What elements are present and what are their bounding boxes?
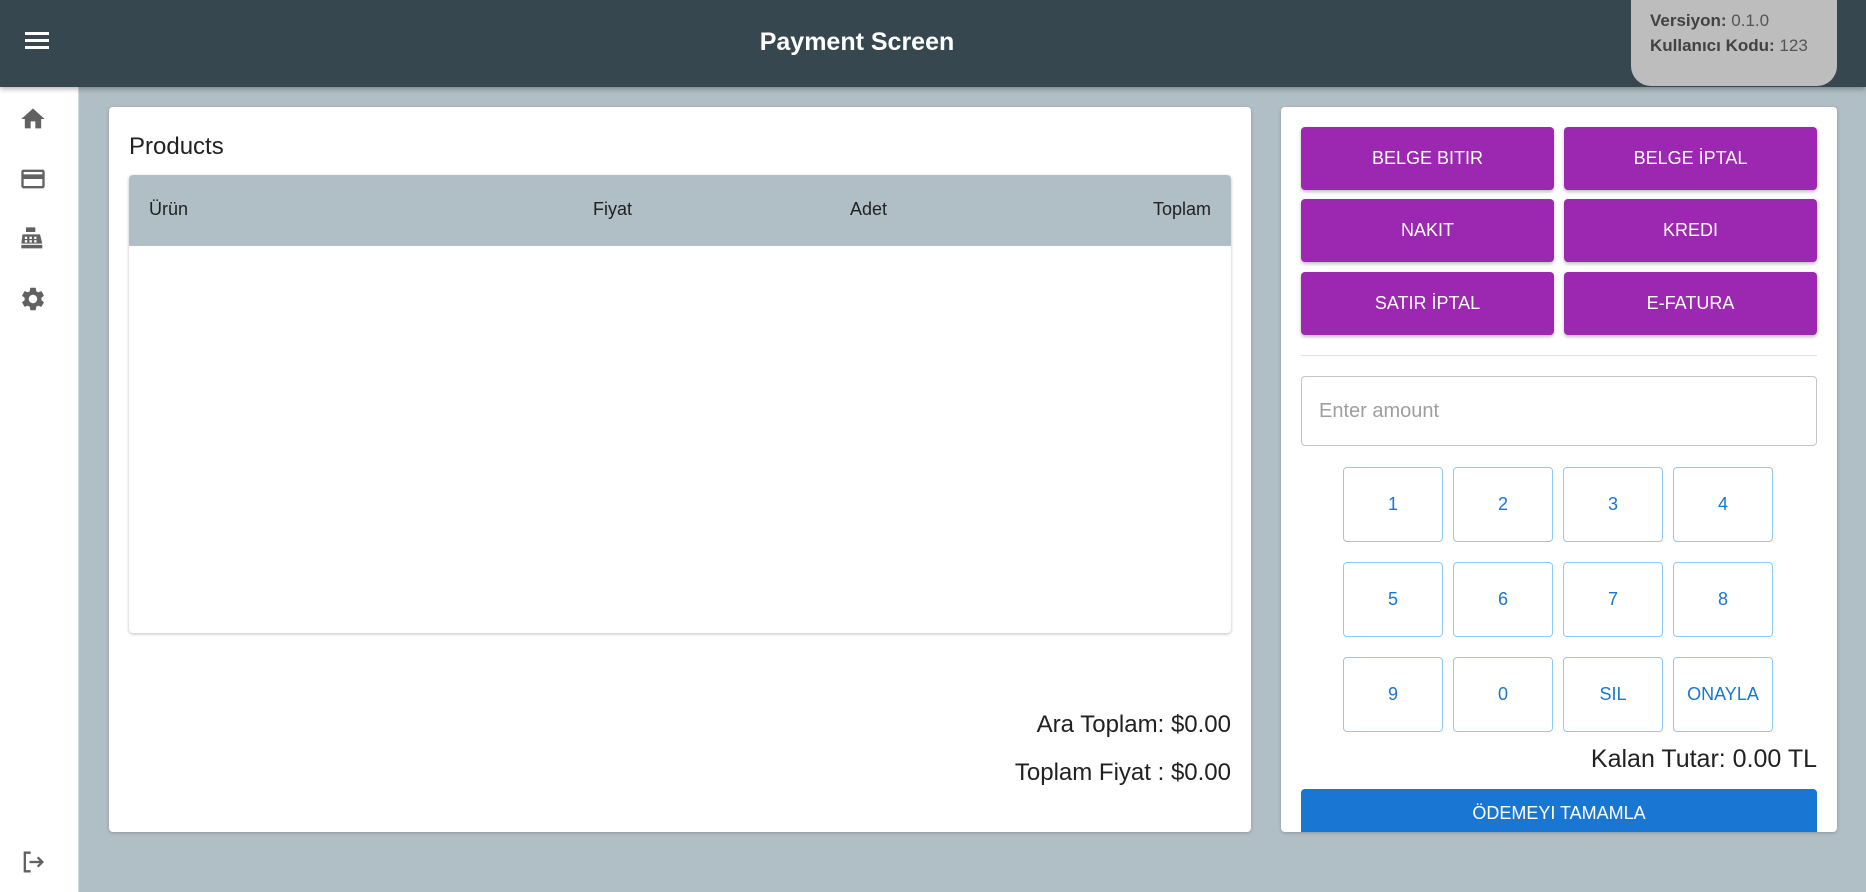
column-header-price: Fiyat [593,199,633,219]
keypad-key-2[interactable]: 2 [1453,467,1553,542]
column-header-product: Ürün [149,199,189,219]
credit-button[interactable]: KREDI [1564,199,1817,262]
payment-card: BELGE BITIR BELGE İPTAL NAKIT KREDI SATI… [1281,107,1837,832]
page-title: Payment Screen [759,28,955,56]
column-header-total: Toplam [1152,199,1211,219]
keypad-key-7[interactable]: 7 [1563,562,1663,637]
divider [1301,355,1817,356]
keypad-key-5[interactable]: 5 [1343,562,1443,637]
column-header-quantity: Adet [850,199,888,219]
keypad-key-0[interactable]: 0 [1453,657,1553,732]
home-icon[interactable] [18,104,48,134]
keypad-key-9[interactable]: 9 [1343,657,1443,732]
total-price-text: Toplam Fiyat : $0.00 [1014,759,1231,786]
cash-register-icon[interactable] [18,224,48,254]
cancel-document-button[interactable]: BELGE İPTAL [1564,127,1817,190]
keypad-delete-button[interactable]: SIL [1563,657,1663,732]
finish-document-button[interactable]: BELGE BITIR [1301,127,1554,190]
app-bar: Payment Screen Versiyon: 0.1.0 Kullanıcı… [0,0,1866,87]
keypad-confirm-button[interactable]: ONAYLA [1673,657,1773,732]
amount-input[interactable] [1301,376,1817,446]
version-value: 0.1.0 [1731,11,1770,30]
keypad-key-3[interactable]: 3 [1563,467,1663,542]
products-table: Ürün Fiyat Adet Toplam [129,175,1231,633]
user-code-label: Kullanıcı Kodu: [1650,36,1775,55]
table-header: Ürün Fiyat Adet Toplam [129,175,1231,246]
version-label: Versiyon: [1650,11,1727,30]
gear-icon[interactable] [18,284,48,314]
credit-card-icon[interactable] [18,164,48,194]
logout-icon[interactable] [18,847,48,877]
keypad-key-1[interactable]: 1 [1343,467,1443,542]
remaining-amount-text: Kalan Tutar: 0.00 TL [1590,745,1817,773]
user-code-value: 123 [1779,36,1808,55]
cancel-line-button[interactable]: SATIR İPTAL [1301,272,1554,335]
keypad-key-8[interactable]: 8 [1673,562,1773,637]
products-title: Products [129,133,224,160]
keypad-key-4[interactable]: 4 [1673,467,1773,542]
version-info-box: Versiyon: 0.1.0 Kullanıcı Kodu: 123 [1631,0,1837,86]
sidebar [0,87,79,892]
cash-button[interactable]: NAKIT [1301,199,1554,262]
subtotal-text: Ara Toplam: $0.00 [1036,711,1231,738]
products-card: Products Ürün Fiyat Adet Toplam Ara Topl… [109,107,1251,832]
keypad-key-6[interactable]: 6 [1453,562,1553,637]
e-invoice-button[interactable]: E-FATURA [1564,272,1817,335]
complete-payment-button[interactable]: ÖDEMEYI TAMAMLA [1301,789,1817,832]
